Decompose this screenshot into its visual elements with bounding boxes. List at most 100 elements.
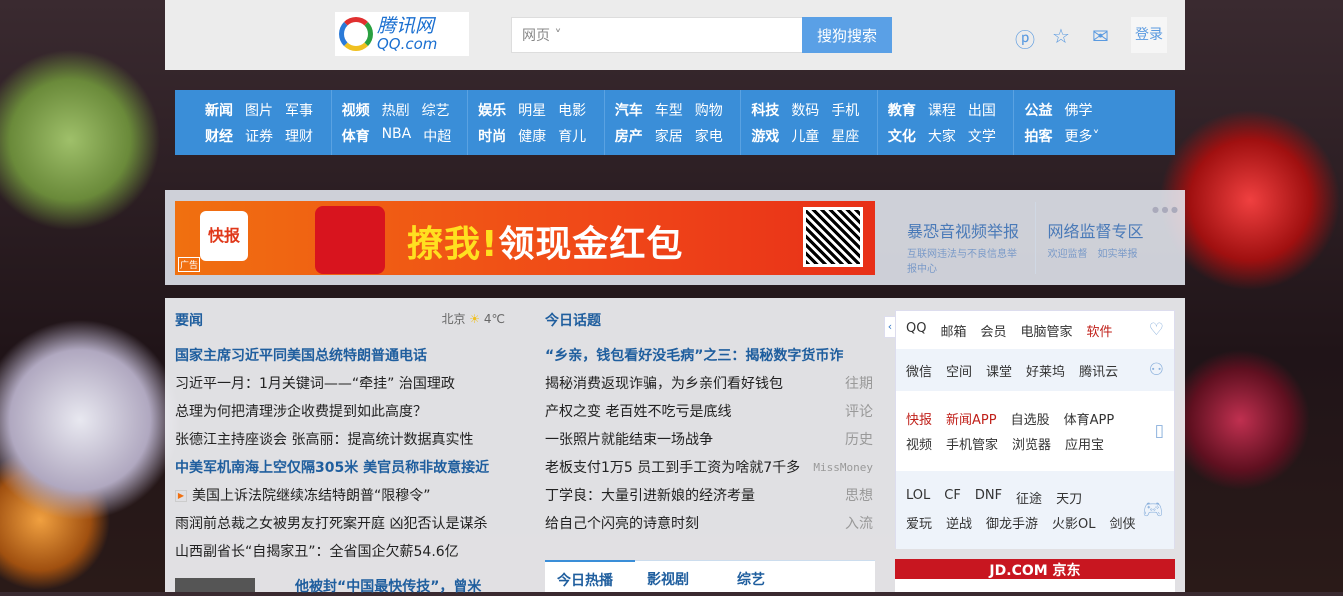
jd-ad[interactable]: JD.COM 京东 bbox=[895, 559, 1175, 592]
nav-link[interactable]: 文学 bbox=[968, 126, 996, 146]
add-user-icon[interactable]: ⚇ bbox=[1149, 360, 1164, 380]
topic-item[interactable]: 一张照片就能结束一场战争 历史 bbox=[545, 426, 873, 454]
service-link[interactable]: QQ bbox=[906, 321, 926, 340]
topic-headline[interactable]: 给自己个闪亮的诗意时刻 bbox=[545, 510, 699, 538]
service-link[interactable]: 微信 bbox=[906, 361, 932, 380]
mail-icon[interactable]: ✉ bbox=[1092, 24, 1109, 48]
topic-headline[interactable]: 一张照片就能结束一场战争 bbox=[545, 426, 713, 454]
gamepad-icon[interactable]: 🎮︎ bbox=[1142, 500, 1164, 520]
nav-link[interactable]: 车型 bbox=[655, 100, 683, 120]
nav-link[interactable]: 时尚 bbox=[478, 126, 506, 146]
news-item[interactable]: 张德江主持座谈会 张高丽：提高统计数据真实性 bbox=[175, 426, 505, 454]
topic-item[interactable]: 丁学良：大量引进新娘的经济考量 思想 bbox=[545, 482, 873, 510]
service-link[interactable]: 御龙手游 bbox=[986, 513, 1038, 532]
report-violent-video[interactable]: 暴恐音视频举报 互联网违法与不良信息举报中心 bbox=[895, 202, 1036, 275]
nav-link[interactable]: 星座 bbox=[831, 126, 859, 146]
news-headline[interactable]: 中美军机南海上空仅隔305米 美官员称非故意接近 bbox=[175, 460, 489, 476]
nav-link[interactable]: 教育 bbox=[888, 100, 916, 120]
news-item[interactable]: 国家主席习近平同美国总统特朗普通电话 bbox=[175, 342, 505, 370]
nav-link[interactable]: 理财 bbox=[285, 126, 313, 146]
topic-headline[interactable]: 揭秘消费返现诈骗，为乡亲们看好钱包 bbox=[545, 370, 783, 398]
news-item[interactable]: 山西副省长“自揭家丑”：全省国企欠薪54.6亿 bbox=[175, 538, 505, 566]
service-link[interactable]: 会员 bbox=[980, 321, 1006, 340]
topic-headline[interactable]: 产权之变 老百姓不吃亏是底线 bbox=[545, 398, 731, 426]
news-item[interactable]: 雨润前总裁之女被男友打死案开庭 凶犯否认是谋杀 bbox=[175, 510, 505, 538]
service-link[interactable]: 好莱坞 bbox=[1026, 361, 1065, 380]
topic-headline[interactable]: 丁学良：大量引进新娘的经济考量 bbox=[545, 482, 755, 510]
tab-2[interactable]: 综艺 bbox=[725, 561, 815, 592]
tab-0[interactable]: 今日热播 bbox=[545, 560, 635, 592]
search-button[interactable]: 搜狗搜索 bbox=[802, 17, 892, 53]
news-headline[interactable]: 国家主席习近平同美国总统特朗普通电话 bbox=[175, 348, 427, 364]
news-headline[interactable]: 雨润前总裁之女被男友打死案开庭 凶犯否认是谋杀 bbox=[175, 516, 487, 532]
tab-1[interactable]: 影视剧 bbox=[635, 561, 725, 592]
nav-link[interactable]: 热剧 bbox=[382, 100, 410, 120]
service-link[interactable]: 逆战 bbox=[946, 513, 972, 532]
search-scope-select[interactable]: 网页 ˅ bbox=[512, 25, 571, 45]
news-item[interactable]: 习近平一月：1月关键词——“牵挂” 治国理政 bbox=[175, 370, 505, 398]
nav-link[interactable]: 图片 bbox=[245, 100, 273, 120]
topic-tag[interactable]: 思想 bbox=[845, 482, 873, 510]
topics-title[interactable]: 今日话题 bbox=[545, 313, 601, 329]
weather[interactable]: 北京 ☀ 4℃ bbox=[441, 310, 505, 342]
service-link[interactable]: 自选股 bbox=[1011, 409, 1050, 428]
nav-link[interactable]: 儿童 bbox=[791, 126, 819, 146]
topic-item[interactable]: “乡亲，钱包看好没毛病”之三：揭秘数字货币诈 bbox=[545, 342, 873, 370]
topic-item[interactable]: 揭秘消费返现诈骗，为乡亲们看好钱包 往期 bbox=[545, 370, 873, 398]
service-link[interactable]: 腾讯云 bbox=[1079, 361, 1118, 380]
nav-link[interactable]: 数码 bbox=[791, 100, 819, 120]
logo[interactable]: 腾讯网 QQ.com bbox=[335, 12, 469, 56]
news-headline[interactable]: 山西副省长“自揭家丑”：全省国企欠薪54.6亿 bbox=[175, 544, 459, 560]
nav-link[interactable]: 健康 bbox=[518, 126, 546, 146]
service-link[interactable]: 浏览器 bbox=[1012, 434, 1051, 453]
nav-link[interactable]: 拍客 bbox=[1024, 126, 1052, 146]
nav-link[interactable]: 科技 bbox=[751, 100, 779, 120]
news-thumbnail[interactable] bbox=[175, 578, 255, 592]
nav-link[interactable]: 手机 bbox=[831, 100, 859, 120]
service-link[interactable]: 爱玩 bbox=[906, 513, 932, 532]
star-icon[interactable]: ☆ bbox=[1052, 24, 1070, 48]
service-link[interactable]: 电脑管家 bbox=[1021, 321, 1073, 340]
nav-link[interactable]: 证券 bbox=[245, 126, 273, 146]
nav-link[interactable]: 游戏 bbox=[751, 126, 779, 146]
news-headline[interactable]: 习近平一月：1月关键词——“牵挂” 治国理政 bbox=[175, 376, 455, 392]
topic-headline[interactable]: 老板支付1万5 员工到手工资为啥就7千多 bbox=[545, 454, 800, 482]
phone-icon[interactable]: ▯ bbox=[1155, 421, 1164, 441]
service-link[interactable]: 邮箱 bbox=[940, 321, 966, 340]
ad-banner[interactable]: 快报 广告 撩我!领现金红包 bbox=[175, 201, 875, 275]
service-link[interactable]: 体育APP bbox=[1064, 409, 1115, 428]
nav-link[interactable]: 中超 bbox=[423, 126, 451, 146]
thumbnail-headline[interactable]: 他被封“中国最快传技”，曾米 bbox=[295, 576, 481, 596]
news-item[interactable]: ▶ 美国上诉法院继续冻结特朗普“限穆令” bbox=[175, 482, 505, 510]
nav-link[interactable]: 家居 bbox=[655, 126, 683, 146]
service-link[interactable]: 快报 bbox=[906, 409, 932, 428]
service-link[interactable]: 手机管家 bbox=[946, 434, 998, 453]
nav-link[interactable]: 购物 bbox=[695, 100, 723, 120]
service-link[interactable]: 新闻APP bbox=[946, 409, 997, 428]
pen-icon[interactable]: ⓟ bbox=[1015, 24, 1035, 53]
news-headline[interactable]: 张德江主持座谈会 张高丽：提高统计数据真实性 bbox=[175, 432, 473, 448]
nav-link[interactable]: 视频 bbox=[342, 100, 370, 120]
topic-item[interactable]: 给自己个闪亮的诗意时刻 入流 bbox=[545, 510, 873, 538]
topic-tag[interactable]: 入流 bbox=[845, 510, 873, 538]
nav-link[interactable]: 育儿 bbox=[558, 126, 586, 146]
topic-tag[interactable]: 评论 bbox=[845, 398, 873, 426]
news-item[interactable]: 总理为何把清理涉企收费提到如此高度？ bbox=[175, 398, 505, 426]
service-link[interactable]: 剑侠 bbox=[1110, 513, 1136, 532]
service-link[interactable]: LOL bbox=[906, 488, 930, 507]
nav-link[interactable]: 体育 bbox=[342, 126, 370, 146]
nav-link[interactable]: 娱乐 bbox=[478, 100, 506, 120]
nav-link[interactable]: 更多˅ bbox=[1064, 126, 1099, 146]
topic-tag[interactable]: 往期 bbox=[845, 370, 873, 398]
service-link[interactable]: 空间 bbox=[946, 361, 972, 380]
nav-link[interactable]: 房产 bbox=[615, 126, 643, 146]
nav-link[interactable]: 电影 bbox=[558, 100, 586, 120]
service-link[interactable]: 课堂 bbox=[986, 361, 1012, 380]
nav-link[interactable]: 财经 bbox=[205, 126, 233, 146]
nav-link[interactable]: 军事 bbox=[285, 100, 313, 120]
topic-item[interactable]: 产权之变 老百姓不吃亏是底线 评论 bbox=[545, 398, 873, 426]
news-title[interactable]: 要闻 bbox=[175, 310, 203, 342]
topic-tag[interactable]: MissMoney bbox=[813, 454, 873, 482]
nav-link[interactable]: 家电 bbox=[695, 126, 723, 146]
service-link[interactable]: 应用宝 bbox=[1065, 434, 1104, 453]
